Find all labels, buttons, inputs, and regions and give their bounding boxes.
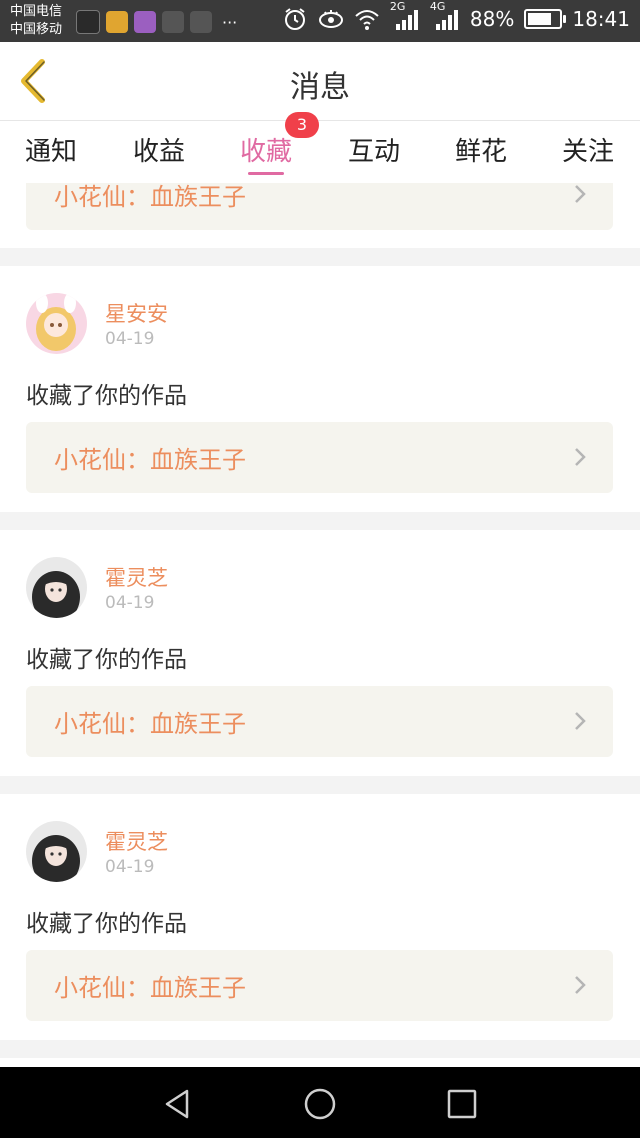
battery-icon	[524, 9, 567, 29]
work-link[interactable]: 小花仙：血族王子	[26, 950, 613, 1021]
message-date: 04-19	[105, 593, 155, 613]
alarm-icon	[284, 8, 305, 30]
message-date: 04-19	[105, 329, 155, 349]
signal-icon	[435, 10, 458, 30]
eye-icon	[318, 10, 343, 28]
nav-home-icon[interactable]	[303, 1087, 337, 1121]
work-link[interactable]: 小花仙：血族王子	[26, 422, 613, 493]
avatar-image	[26, 821, 87, 882]
signal-icon	[395, 10, 418, 30]
avatar[interactable]	[26, 293, 87, 354]
page-title: 消息	[290, 70, 350, 105]
message-card: 霍灵芝 04-19 收藏了你的作品 小花仙：血族王子	[0, 530, 640, 776]
nav-recents-icon[interactable]	[445, 1087, 479, 1121]
app-icon-3	[134, 11, 156, 33]
avatar-image	[26, 557, 87, 618]
work-title: 小花仙：血族王子	[54, 183, 246, 211]
work-title: 小花仙：血族王子	[54, 710, 246, 738]
system-nav-bar	[0, 1067, 640, 1138]
message-date: 04-19	[105, 857, 155, 877]
clock: 18:41	[572, 7, 630, 31]
avatar[interactable]	[26, 821, 87, 882]
app-icon-2	[106, 11, 128, 33]
app-icon-4	[162, 11, 184, 33]
carrier-2: 中国移动	[10, 22, 63, 37]
tab-earnings[interactable]: 收益	[133, 131, 185, 168]
work-title: 小花仙：血族王子	[54, 974, 246, 1002]
notification-icons: ···	[76, 10, 237, 34]
username[interactable]: 星安安	[105, 298, 168, 328]
signal-2g: 2G	[390, 0, 420, 32]
message-text: 收藏了你的作品	[26, 647, 187, 673]
work-link[interactable]: 小花仙：血族王子	[26, 183, 613, 230]
battery-fill	[528, 13, 552, 25]
username[interactable]: 霍灵芝	[105, 826, 168, 856]
tab-bar: 通知 收益 收藏 3 互动 鲜花 关注	[0, 112, 640, 183]
active-tab-indicator	[248, 172, 284, 175]
app-icon-1	[76, 10, 100, 34]
message-card: 霍灵芝 04-19 收藏了你的作品 小花仙：血族王子	[0, 794, 640, 1040]
more-notifications: ···	[222, 12, 238, 32]
tab-following[interactable]: 关注	[562, 131, 614, 168]
unread-badge: 3	[285, 112, 319, 138]
message-card: 星安安 04-19 收藏了你的作品 小花仙：血族王子	[0, 266, 640, 512]
status-bar: 中国电信 中国移动 ··· 2G 4G 88% 18:41	[0, 0, 640, 42]
message-text: 收藏了你的作品	[26, 383, 187, 409]
carrier-info: 中国电信 中国移动	[10, 3, 62, 39]
work-title: 小花仙：血族王子	[54, 446, 246, 474]
chevron-right-icon	[575, 712, 586, 730]
chevron-right-icon	[575, 976, 586, 994]
battery-percent: 88%	[469, 7, 515, 31]
avatar-image	[26, 293, 87, 354]
message-card: 小花仙：血族王子	[0, 183, 640, 248]
app-header: 消息	[0, 42, 640, 121]
tab-flowers[interactable]: 鲜花	[455, 131, 507, 168]
username[interactable]: 霍灵芝	[105, 562, 168, 592]
app-icon-5	[190, 11, 212, 33]
wifi-icon	[355, 10, 379, 30]
avatar[interactable]	[26, 557, 87, 618]
message-text: 收藏了你的作品	[26, 911, 187, 937]
tab-favorites[interactable]: 收藏	[240, 131, 292, 168]
message-card	[0, 1058, 640, 1067]
tab-notice[interactable]: 通知	[25, 131, 77, 168]
nav-back-icon[interactable]	[161, 1087, 195, 1121]
signal-4g: 4G	[430, 0, 460, 32]
system-status: 2G 4G 88% 18:41	[282, 0, 630, 32]
chevron-right-icon	[575, 448, 586, 466]
work-link[interactable]: 小花仙：血族王子	[26, 686, 613, 757]
tab-interactions[interactable]: 互动	[348, 131, 400, 168]
message-list: 小花仙：血族王子 星安安 04-19 收藏了你的作品 小花仙：血族王子 霍灵芝 …	[0, 183, 640, 1067]
carrier-1: 中国电信	[10, 4, 63, 19]
chevron-right-icon	[575, 185, 586, 203]
